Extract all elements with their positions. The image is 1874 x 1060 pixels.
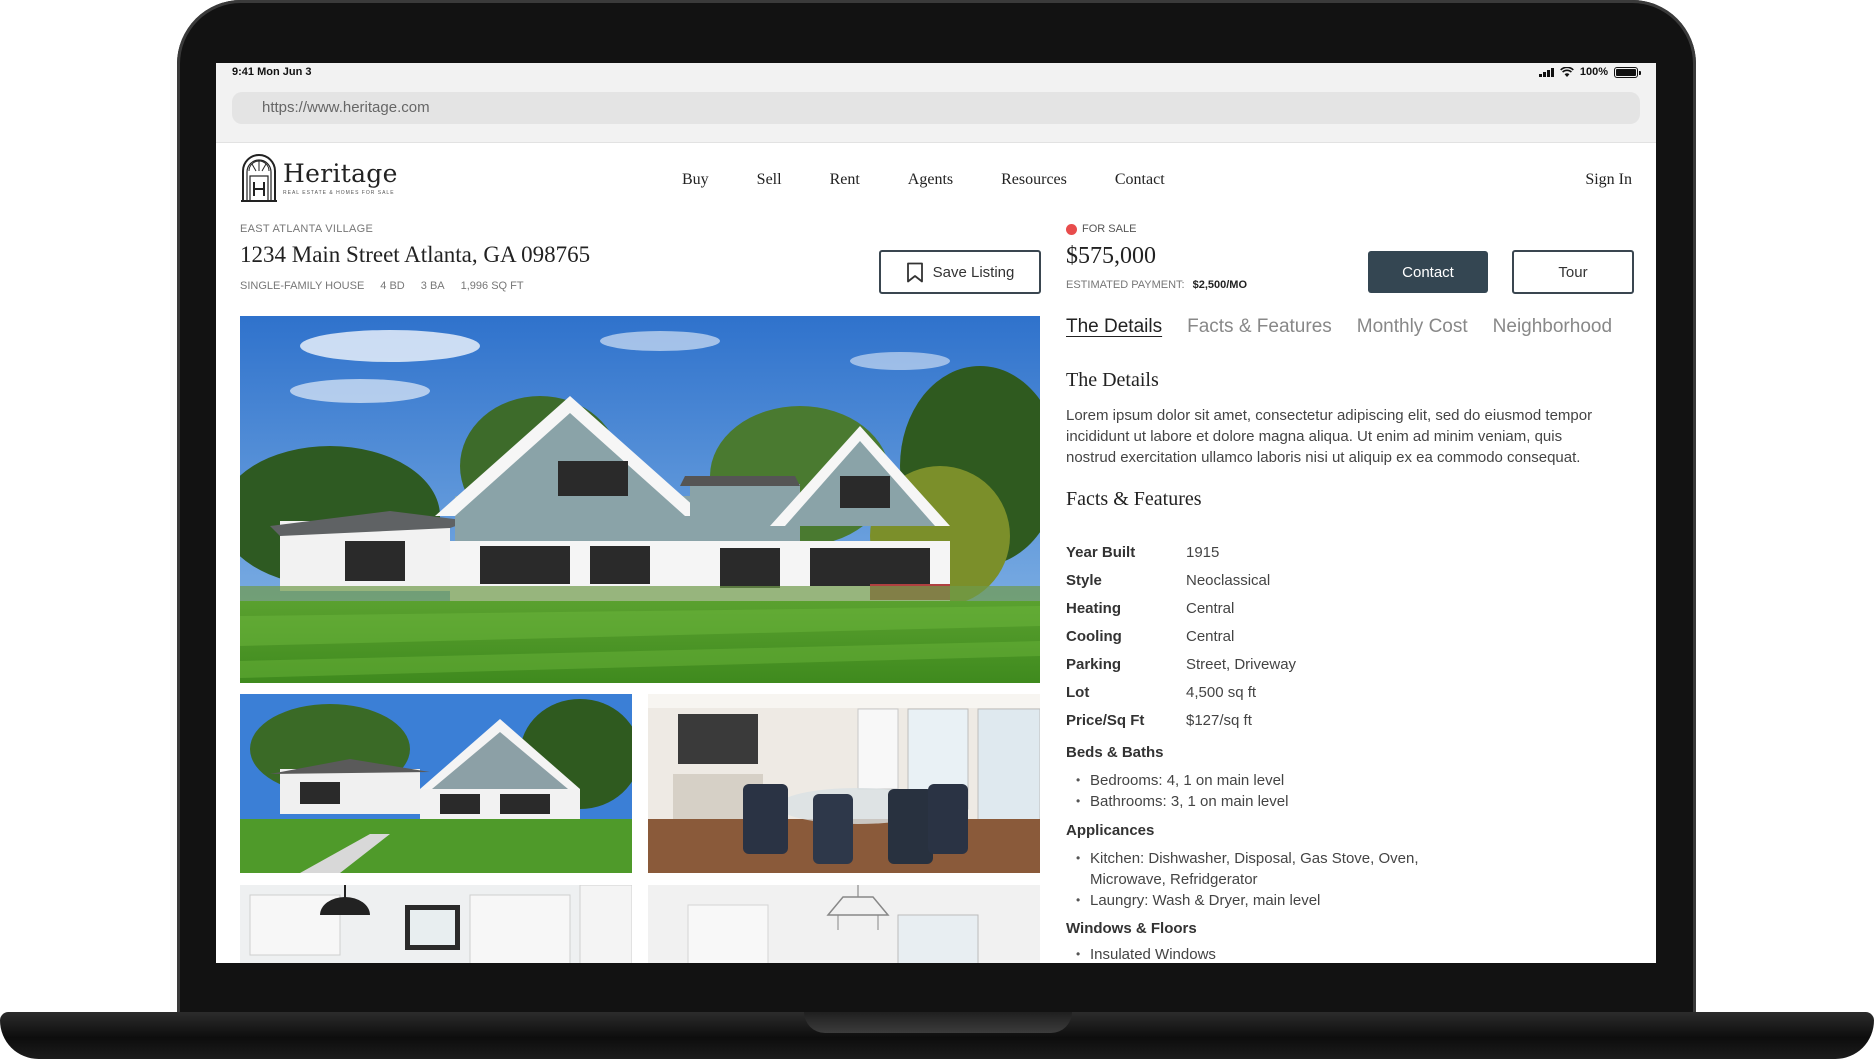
tab-monthly-cost[interactable]: Monthly Cost	[1357, 316, 1468, 338]
laptop-notch	[804, 1012, 1072, 1033]
status-time: 9:41 Mon Jun 3	[232, 66, 312, 78]
fact-value: 1915	[1186, 544, 1220, 561]
list-item-text: Laungry: Wash & Dryer, main level	[1090, 892, 1321, 909]
fact-label: Year Built	[1066, 544, 1136, 561]
spec-baths: 3 BA	[420, 280, 445, 292]
fact-label: Lot	[1066, 684, 1090, 701]
dining-room-photo[interactable]	[648, 694, 1040, 873]
estimated-payment-label: ESTIMATED PAYMENT:	[1066, 279, 1185, 291]
tab-the-details[interactable]: The Details	[1066, 316, 1162, 338]
listing-tabs: The Details Facts & Features Monthly Cos…	[1066, 316, 1612, 338]
main-house-photo[interactable]	[240, 316, 1040, 683]
list-item-text: Bedrooms: 4, 1 on main level	[1090, 772, 1285, 789]
status-indicators: 100%	[1538, 66, 1641, 78]
listing-neighborhood: EAST ATLANTA VILLAGE	[240, 223, 374, 235]
browser-bar: 9:41 Mon Jun 3 100% https://www.heritage…	[216, 63, 1656, 143]
fact-label: Style	[1066, 572, 1102, 589]
battery-icon	[1614, 66, 1641, 78]
spec-beds: 4 BD	[380, 280, 405, 292]
windows-floors-heading: Windows & Floors	[1066, 920, 1197, 937]
site-header: Heritage REAL ESTATE & HOMES FOR SALE Bu…	[216, 143, 1656, 219]
exterior-side-photo[interactable]	[240, 694, 632, 873]
fact-label: Price/Sq Ft	[1066, 712, 1145, 729]
tab-facts-features[interactable]: Facts & Features	[1187, 316, 1332, 338]
tab-neighborhood[interactable]: Neighborhood	[1493, 316, 1612, 338]
nav-contact[interactable]: Contact	[1115, 171, 1165, 189]
sign-in-link[interactable]: Sign In	[1585, 171, 1632, 189]
listing-address: 1234 Main Street Atlanta, GA 098765	[240, 242, 591, 267]
fact-value: 4,500 sq ft	[1186, 684, 1257, 701]
wifi-icon	[1559, 67, 1574, 77]
nav-rent[interactable]: Rent	[830, 171, 860, 189]
tour-button[interactable]: Tour	[1512, 250, 1634, 294]
save-listing-label: Save Listing	[932, 263, 1015, 281]
nav-buy[interactable]: Buy	[682, 171, 709, 189]
sale-status-label: FOR SALE	[1082, 223, 1137, 235]
listing-specs: SINGLE-FAMILY HOUSE 4 BD 3 BA 1,996 SQ F…	[240, 280, 524, 292]
save-listing-button[interactable]: Save Listing	[879, 250, 1041, 294]
signal-icon	[1538, 67, 1554, 77]
appliances-heading: Applicances	[1066, 822, 1155, 839]
fact-value: Central	[1186, 600, 1235, 617]
brand-name: Heritage	[283, 159, 398, 188]
fact-value: $127/sq ft	[1186, 712, 1252, 729]
status-dot-icon	[1066, 223, 1077, 235]
fact-label: Cooling	[1066, 628, 1122, 645]
brand-tagline: REAL ESTATE & HOMES FOR SALE	[283, 190, 395, 196]
kitchen-photo[interactable]	[240, 885, 632, 963]
site-logo[interactable]: Heritage REAL ESTATE & HOMES FOR SALE	[240, 154, 398, 202]
list-item: Bedrooms: 4, 1 on main level	[1076, 770, 1284, 791]
nav-resources[interactable]: Resources	[1001, 171, 1067, 189]
details-description: Lorem ipsum dolor sit amet, consectetur …	[1066, 407, 1593, 466]
nav-agents[interactable]: Agents	[908, 171, 953, 189]
url-field[interactable]: https://www.heritage.com	[232, 92, 1640, 124]
fact-label: Parking	[1066, 656, 1122, 673]
list-item-text: Bathrooms: 3, 1 on main level	[1090, 793, 1289, 810]
contact-button[interactable]: Contact	[1368, 251, 1488, 293]
arched-door-icon	[241, 154, 277, 202]
fact-label: Heating	[1066, 600, 1122, 617]
spec-type: SINGLE-FAMILY HOUSE	[240, 280, 365, 292]
spec-sqft: 1,996 SQ FT	[460, 280, 524, 292]
fact-value: Neoclassical	[1186, 572, 1271, 589]
facts-heading: Facts & Features	[1066, 488, 1202, 510]
tablet-screen: 9:41 Mon Jun 3 100% https://www.heritage…	[216, 63, 1656, 963]
beds-baths-heading: Beds & Baths	[1066, 744, 1164, 761]
nav-sell[interactable]: Sell	[757, 171, 782, 189]
fact-value: Central	[1186, 628, 1235, 645]
battery-percent: 100%	[1579, 66, 1608, 78]
list-item: Laungry: Wash & Dryer, main level	[1076, 890, 1320, 911]
listing-price: $575,000	[1066, 243, 1156, 269]
list-item-text: Insulated Windows	[1090, 946, 1216, 963]
list-item: Kitchen: Dishwasher, Disposal, Gas Stove…	[1076, 848, 1466, 890]
list-item: Bathrooms: 3, 1 on main level	[1076, 791, 1288, 812]
estimated-payment: ESTIMATED PAYMENT: $2,500/MO	[1066, 279, 1247, 291]
bookmark-icon	[906, 262, 923, 282]
details-heading: The Details	[1066, 369, 1159, 391]
list-item-text: Kitchen: Dishwasher, Disposal, Gas Stove…	[1090, 850, 1419, 888]
list-item: Insulated Windows	[1076, 944, 1216, 963]
fact-value: Street, Driveway	[1186, 656, 1297, 673]
sale-status: FOR SALE	[1066, 223, 1136, 235]
living-room-photo[interactable]	[648, 885, 1040, 963]
estimated-payment-value: $2,500/MO	[1192, 279, 1247, 291]
main-nav: Buy Sell Rent Agents Resources Contact	[682, 171, 1165, 189]
